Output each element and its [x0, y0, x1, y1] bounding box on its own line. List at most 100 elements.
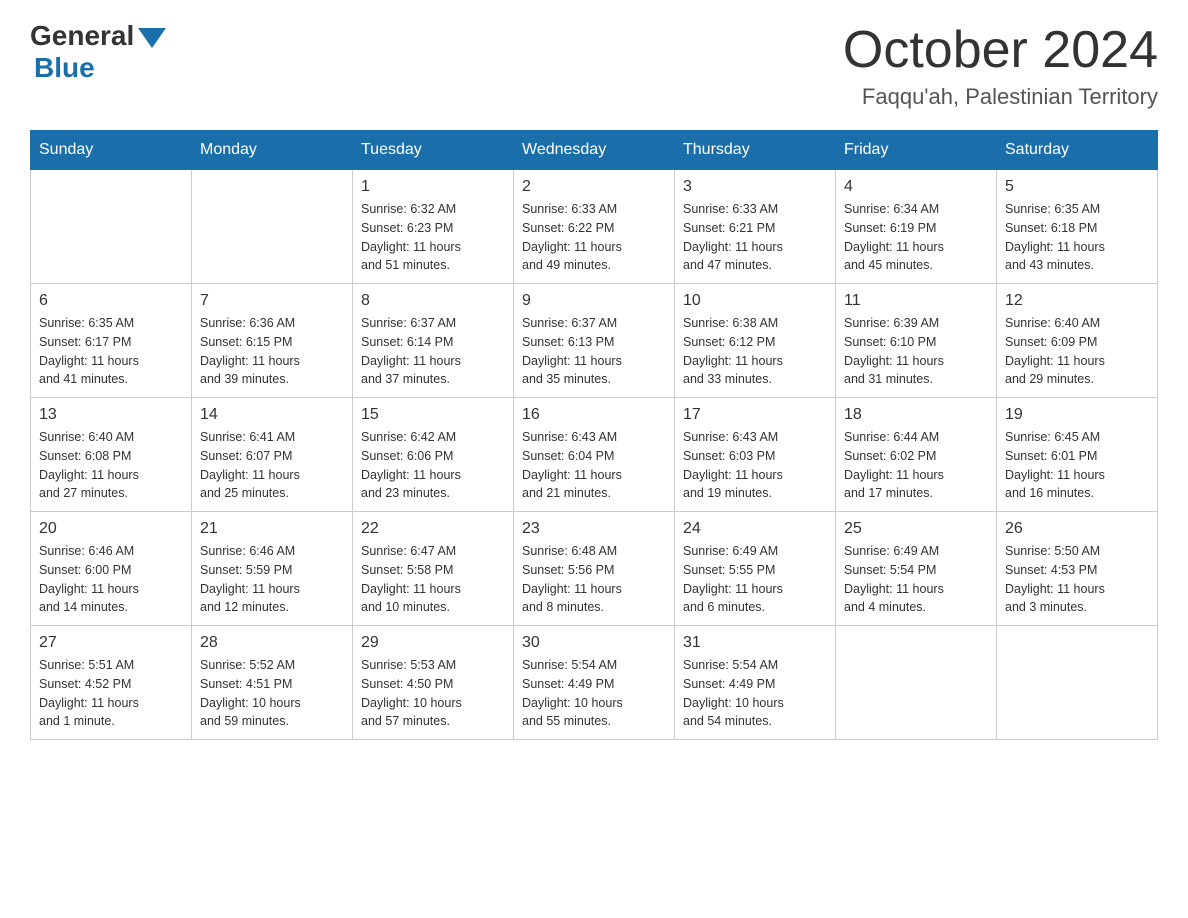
- calendar-cell: 19 Sunrise: 6:45 AM Sunset: 6:01 PM Dayli…: [997, 398, 1158, 512]
- day-number: 25: [844, 520, 988, 538]
- calendar-cell: 8 Sunrise: 6:37 AM Sunset: 6:14 PM Daylig…: [353, 284, 514, 398]
- calendar-cell: 29 Sunrise: 5:53 AM Sunset: 4:50 PM Dayli…: [353, 626, 514, 740]
- calendar-week-row: 27 Sunrise: 5:51 AM Sunset: 4:52 PM Dayli…: [31, 626, 1158, 740]
- day-info: Sunrise: 6:49 AM Sunset: 5:55 PM Dayligh…: [683, 542, 827, 617]
- day-number: 18: [844, 406, 988, 424]
- day-number: 11: [844, 292, 988, 310]
- day-info: Sunrise: 5:54 AM Sunset: 4:49 PM Dayligh…: [683, 656, 827, 731]
- calendar-cell: 20 Sunrise: 6:46 AM Sunset: 6:00 PM Dayli…: [31, 512, 192, 626]
- calendar-cell: 1 Sunrise: 6:32 AM Sunset: 6:23 PM Daylig…: [353, 170, 514, 284]
- calendar-cell: 26 Sunrise: 5:50 AM Sunset: 4:53 PM Dayli…: [997, 512, 1158, 626]
- day-info: Sunrise: 6:35 AM Sunset: 6:18 PM Dayligh…: [1005, 200, 1149, 275]
- day-number: 7: [200, 292, 344, 310]
- day-number: 27: [39, 634, 183, 652]
- day-number: 26: [1005, 520, 1149, 538]
- day-number: 1: [361, 178, 505, 196]
- day-number: 17: [683, 406, 827, 424]
- header: General Blue October 2024 Faqqu'ah, Pale…: [30, 20, 1158, 110]
- day-number: 23: [522, 520, 666, 538]
- day-number: 31: [683, 634, 827, 652]
- day-number: 21: [200, 520, 344, 538]
- calendar-table: SundayMondayTuesdayWednesdayThursdayFrid…: [30, 130, 1158, 740]
- day-number: 13: [39, 406, 183, 424]
- month-title: October 2024: [843, 20, 1158, 80]
- day-info: Sunrise: 6:49 AM Sunset: 5:54 PM Dayligh…: [844, 542, 988, 617]
- header-friday: Friday: [836, 131, 997, 170]
- day-info: Sunrise: 6:37 AM Sunset: 6:13 PM Dayligh…: [522, 314, 666, 389]
- day-info: Sunrise: 6:42 AM Sunset: 6:06 PM Dayligh…: [361, 428, 505, 503]
- day-number: 29: [361, 634, 505, 652]
- calendar-cell: [836, 626, 997, 740]
- calendar-cell: 11 Sunrise: 6:39 AM Sunset: 6:10 PM Dayli…: [836, 284, 997, 398]
- day-info: Sunrise: 5:50 AM Sunset: 4:53 PM Dayligh…: [1005, 542, 1149, 617]
- day-number: 10: [683, 292, 827, 310]
- day-info: Sunrise: 6:40 AM Sunset: 6:08 PM Dayligh…: [39, 428, 183, 503]
- calendar-week-row: 13 Sunrise: 6:40 AM Sunset: 6:08 PM Dayli…: [31, 398, 1158, 512]
- calendar-cell: 17 Sunrise: 6:43 AM Sunset: 6:03 PM Dayli…: [675, 398, 836, 512]
- calendar-cell: 18 Sunrise: 6:44 AM Sunset: 6:02 PM Dayli…: [836, 398, 997, 512]
- day-number: 16: [522, 406, 666, 424]
- calendar-cell: [997, 626, 1158, 740]
- calendar-cell: 22 Sunrise: 6:47 AM Sunset: 5:58 PM Dayli…: [353, 512, 514, 626]
- header-thursday: Thursday: [675, 131, 836, 170]
- header-wednesday: Wednesday: [514, 131, 675, 170]
- calendar-cell: 2Sunrise: 6:33 AM Sunset: 6:22 PM Daylig…: [514, 170, 675, 284]
- day-number: 3: [683, 178, 827, 196]
- calendar-cell: 10 Sunrise: 6:38 AM Sunset: 6:12 PM Dayli…: [675, 284, 836, 398]
- day-number: 22: [361, 520, 505, 538]
- header-monday: Monday: [192, 131, 353, 170]
- calendar-cell: 28Sunrise: 5:52 AM Sunset: 4:51 PM Dayli…: [192, 626, 353, 740]
- calendar-cell: 25 Sunrise: 6:49 AM Sunset: 5:54 PM Dayli…: [836, 512, 997, 626]
- calendar-cell: [31, 170, 192, 284]
- day-number: 24: [683, 520, 827, 538]
- day-info: Sunrise: 6:46 AM Sunset: 6:00 PM Dayligh…: [39, 542, 183, 617]
- day-number: 15: [361, 406, 505, 424]
- day-info: Sunrise: 6:41 AM Sunset: 6:07 PM Dayligh…: [200, 428, 344, 503]
- header-saturday: Saturday: [997, 131, 1158, 170]
- day-info: Sunrise: 6:44 AM Sunset: 6:02 PM Dayligh…: [844, 428, 988, 503]
- day-info: Sunrise: 6:38 AM Sunset: 6:12 PM Dayligh…: [683, 314, 827, 389]
- day-number: 4: [844, 178, 988, 196]
- location-title: Faqqu'ah, Palestinian Territory: [843, 84, 1158, 110]
- day-info: Sunrise: 6:39 AM Sunset: 6:10 PM Dayligh…: [844, 314, 988, 389]
- day-number: 30: [522, 634, 666, 652]
- day-number: 20: [39, 520, 183, 538]
- calendar-cell: 30Sunrise: 5:54 AM Sunset: 4:49 PM Dayli…: [514, 626, 675, 740]
- day-info: Sunrise: 6:37 AM Sunset: 6:14 PM Dayligh…: [361, 314, 505, 389]
- calendar-cell: 24 Sunrise: 6:49 AM Sunset: 5:55 PM Dayli…: [675, 512, 836, 626]
- day-info: Sunrise: 6:46 AM Sunset: 5:59 PM Dayligh…: [200, 542, 344, 617]
- day-info: Sunrise: 6:33 AM Sunset: 6:21 PM Dayligh…: [683, 200, 827, 275]
- day-number: 6: [39, 292, 183, 310]
- day-number: 8: [361, 292, 505, 310]
- calendar-cell: 31 Sunrise: 5:54 AM Sunset: 4:49 PM Dayli…: [675, 626, 836, 740]
- calendar-week-row: 20 Sunrise: 6:46 AM Sunset: 6:00 PM Dayli…: [31, 512, 1158, 626]
- logo: General Blue: [30, 20, 166, 84]
- day-info: Sunrise: 6:32 AM Sunset: 6:23 PM Dayligh…: [361, 200, 505, 275]
- calendar-cell: 5Sunrise: 6:35 AM Sunset: 6:18 PM Daylig…: [997, 170, 1158, 284]
- calendar-cell: 23 Sunrise: 6:48 AM Sunset: 5:56 PM Dayli…: [514, 512, 675, 626]
- calendar-cell: 9Sunrise: 6:37 AM Sunset: 6:13 PM Daylig…: [514, 284, 675, 398]
- calendar-cell: 15 Sunrise: 6:42 AM Sunset: 6:06 PM Dayli…: [353, 398, 514, 512]
- day-info: Sunrise: 5:52 AM Sunset: 4:51 PM Dayligh…: [200, 656, 344, 731]
- day-info: Sunrise: 6:43 AM Sunset: 6:03 PM Dayligh…: [683, 428, 827, 503]
- day-number: 19: [1005, 406, 1149, 424]
- day-info: Sunrise: 5:51 AM Sunset: 4:52 PM Dayligh…: [39, 656, 183, 731]
- calendar-cell: 3 Sunrise: 6:33 AM Sunset: 6:21 PM Daylig…: [675, 170, 836, 284]
- day-info: Sunrise: 6:48 AM Sunset: 5:56 PM Dayligh…: [522, 542, 666, 617]
- calendar-cell: 16Sunrise: 6:43 AM Sunset: 6:04 PM Dayli…: [514, 398, 675, 512]
- calendar-cell: 4 Sunrise: 6:34 AM Sunset: 6:19 PM Daylig…: [836, 170, 997, 284]
- day-info: Sunrise: 5:53 AM Sunset: 4:50 PM Dayligh…: [361, 656, 505, 731]
- calendar-cell: 14 Sunrise: 6:41 AM Sunset: 6:07 PM Dayli…: [192, 398, 353, 512]
- day-info: Sunrise: 6:40 AM Sunset: 6:09 PM Dayligh…: [1005, 314, 1149, 389]
- day-number: 14: [200, 406, 344, 424]
- calendar-cell: [192, 170, 353, 284]
- title-area: October 2024 Faqqu'ah, Palestinian Terri…: [843, 20, 1158, 110]
- calendar-cell: 27 Sunrise: 5:51 AM Sunset: 4:52 PM Dayli…: [31, 626, 192, 740]
- day-info: Sunrise: 6:45 AM Sunset: 6:01 PM Dayligh…: [1005, 428, 1149, 503]
- day-info: Sunrise: 6:47 AM Sunset: 5:58 PM Dayligh…: [361, 542, 505, 617]
- calendar-cell: 7Sunrise: 6:36 AM Sunset: 6:15 PM Daylig…: [192, 284, 353, 398]
- day-info: Sunrise: 6:34 AM Sunset: 6:19 PM Dayligh…: [844, 200, 988, 275]
- logo-general-text: General: [30, 20, 134, 52]
- logo-blue-text: Blue: [34, 52, 95, 84]
- calendar-week-row: 6Sunrise: 6:35 AM Sunset: 6:17 PM Daylig…: [31, 284, 1158, 398]
